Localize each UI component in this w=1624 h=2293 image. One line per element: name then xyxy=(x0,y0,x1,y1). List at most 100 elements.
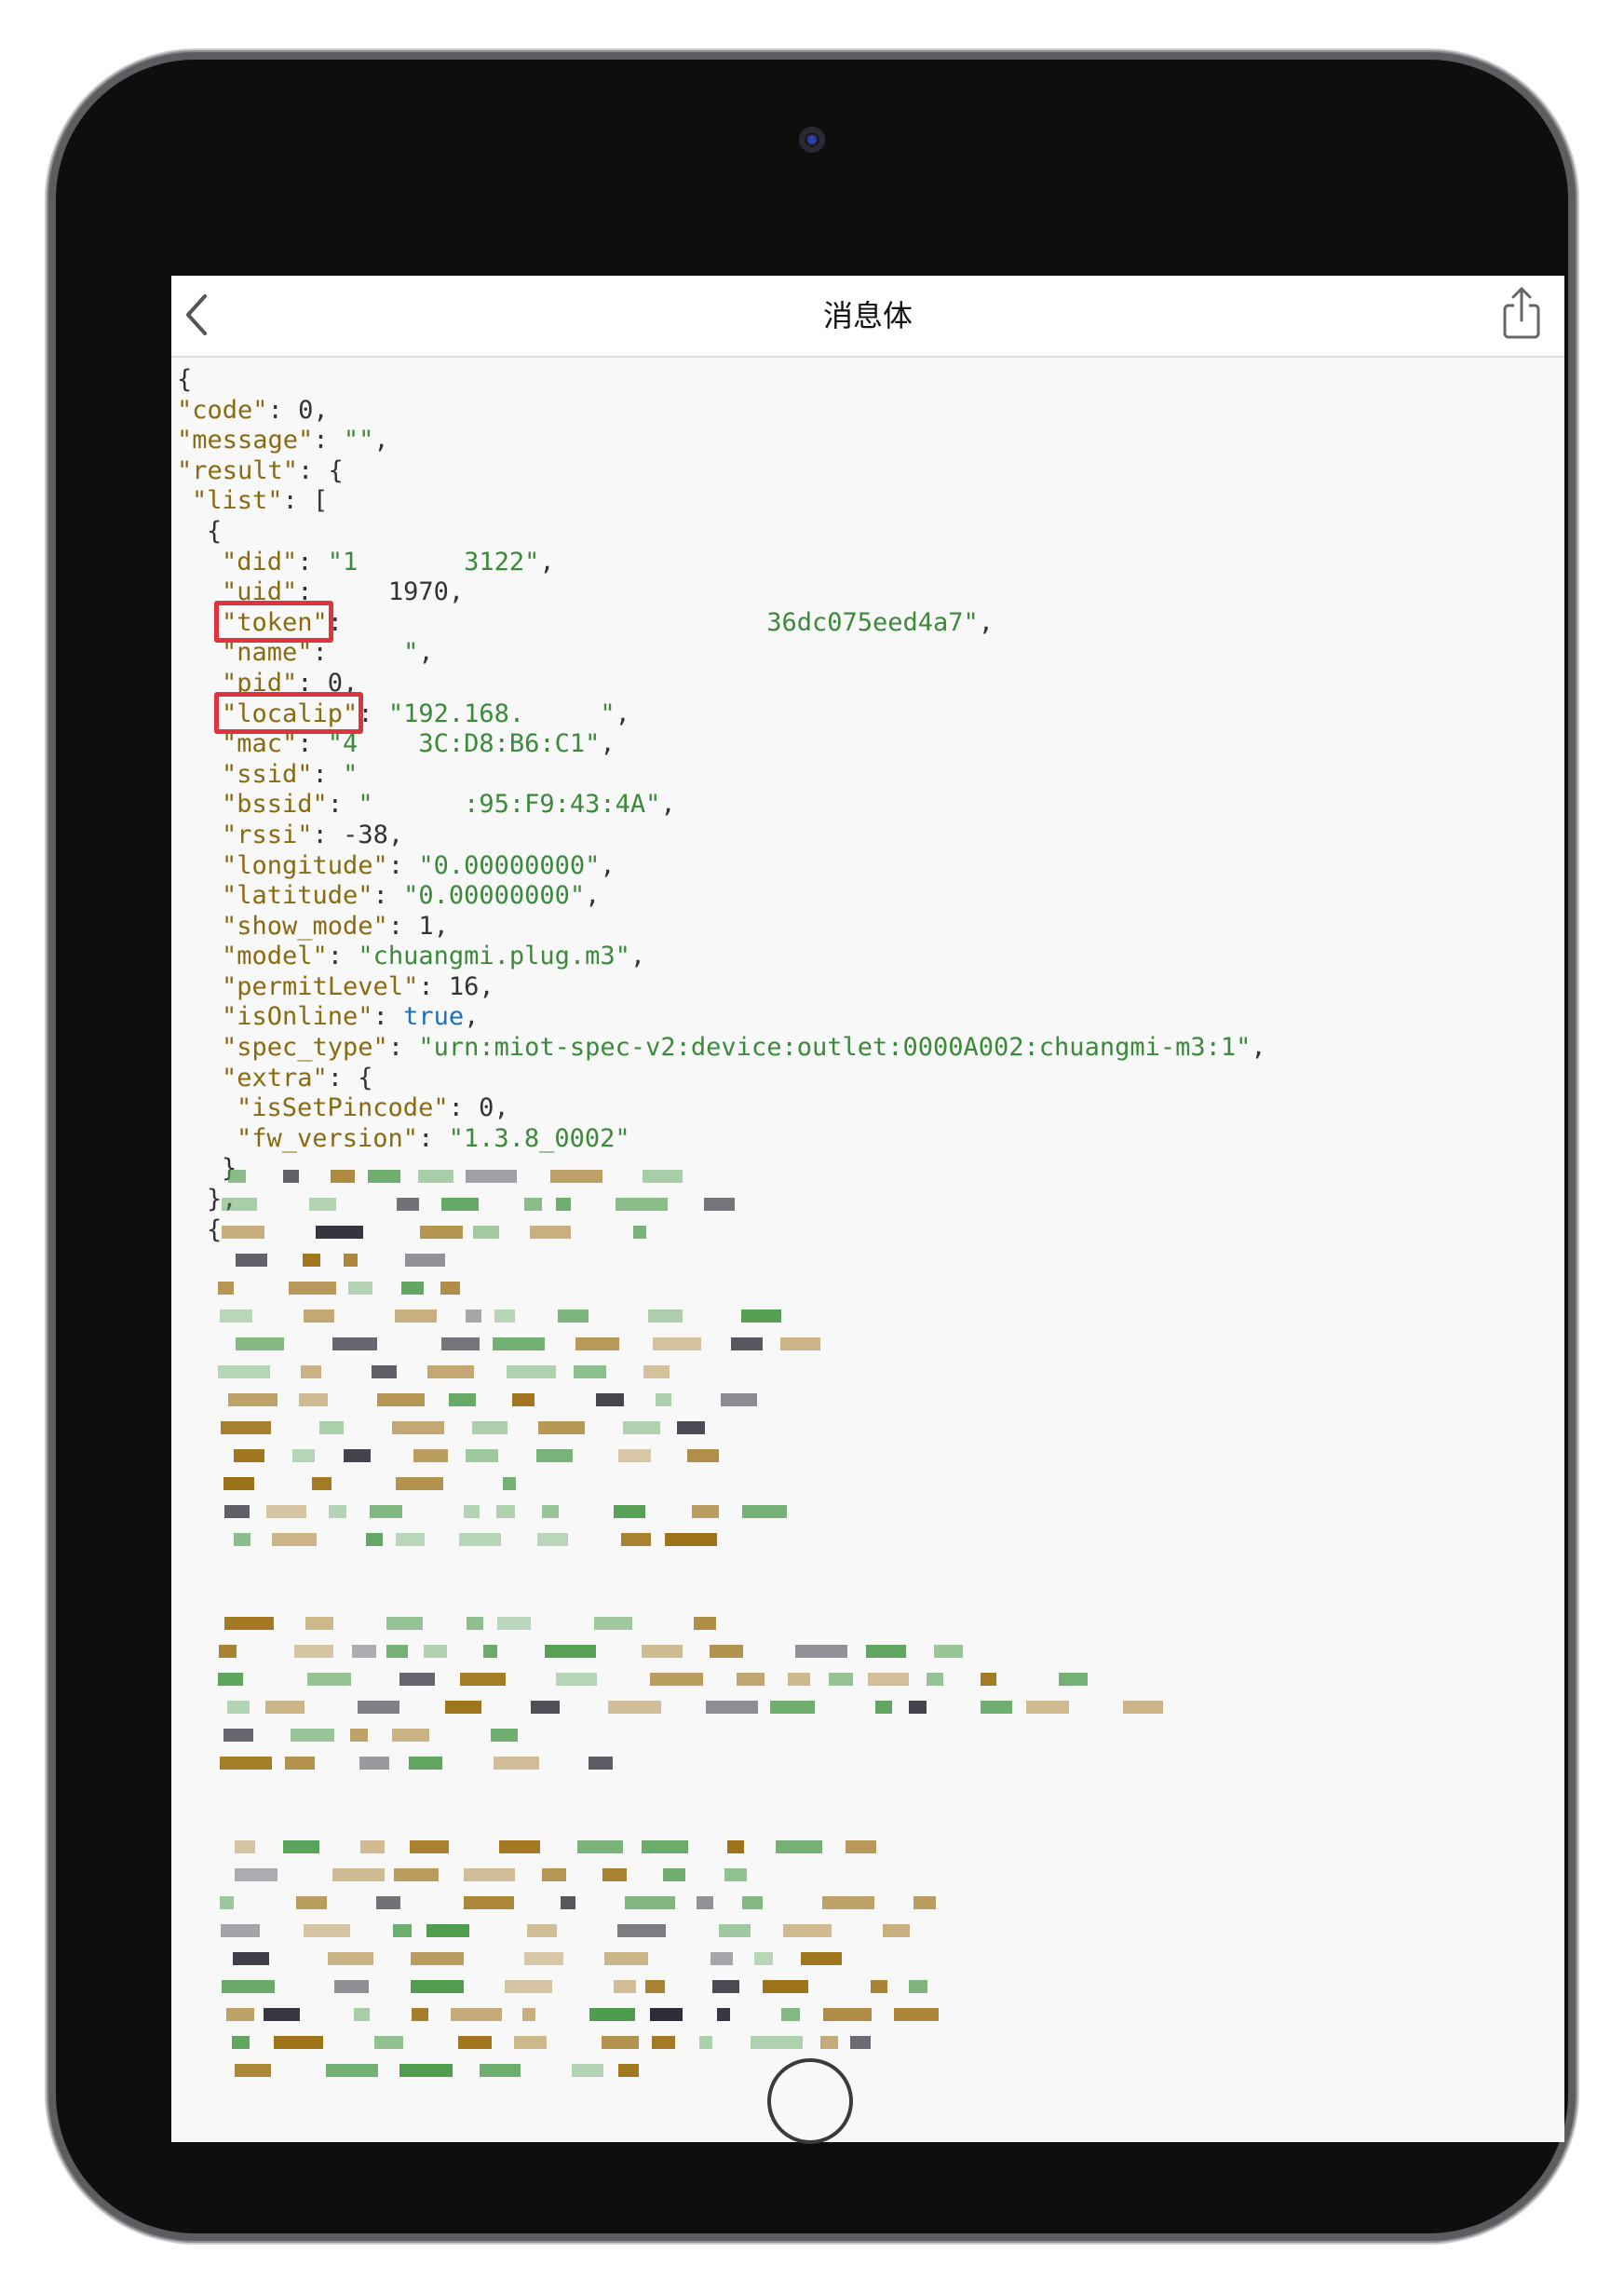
redaction-block xyxy=(545,1645,596,1658)
redaction-block xyxy=(717,2008,730,2021)
redaction-block xyxy=(618,1449,651,1462)
redaction-block xyxy=(981,1673,996,1686)
redaction-block xyxy=(441,1198,479,1211)
redaction-block xyxy=(820,2036,838,2049)
json-line: "result": { xyxy=(177,456,1266,487)
json-punctuation: , xyxy=(418,638,434,668)
redaction-block xyxy=(222,1198,257,1211)
redaction-block xyxy=(305,1617,333,1630)
redaction-block xyxy=(424,1645,447,1658)
redaction-block xyxy=(507,1365,556,1378)
redaction-block xyxy=(927,1673,943,1686)
json-value: -38 xyxy=(343,820,388,849)
redaction-block xyxy=(499,1840,540,1853)
redaction-block xyxy=(574,1365,606,1378)
redaction-block xyxy=(846,1840,876,1853)
redaction-block xyxy=(602,2036,639,2049)
json-line: "did": "1 3122", xyxy=(177,548,1266,578)
redaction-block xyxy=(770,1701,815,1714)
json-key: "did" xyxy=(222,547,298,577)
redaction-block xyxy=(616,1198,668,1211)
redaction-block xyxy=(614,1505,645,1518)
redaction-block xyxy=(663,1868,685,1881)
redaction-block xyxy=(392,1729,429,1742)
redaction-block xyxy=(542,1868,566,1881)
redaction-block xyxy=(652,2036,675,2049)
json-message-body: {"code": 0, "message": "", "result": {"lis… xyxy=(177,365,1266,1245)
json-key: "show_mode" xyxy=(222,911,388,941)
home-button[interactable] xyxy=(767,2058,853,2144)
json-punctuation: , xyxy=(660,790,676,820)
redaction-block xyxy=(464,1896,514,1909)
redaction-block xyxy=(265,1701,304,1714)
redaction-block xyxy=(505,1980,552,1993)
redaction-block xyxy=(412,2008,428,2021)
json-punctuation: { xyxy=(207,1214,223,1244)
redaction-block xyxy=(420,1226,463,1239)
redaction-block xyxy=(575,1337,619,1350)
redaction-block xyxy=(694,1617,716,1630)
json-punctuation: , xyxy=(1251,1033,1266,1063)
redaction-block xyxy=(445,1701,481,1714)
redaction-block xyxy=(868,1673,909,1686)
json-value: "0.00000000" xyxy=(418,850,601,880)
json-line: "rssi": -38, xyxy=(177,821,1266,851)
json-value: " xyxy=(343,638,419,668)
redaction-block xyxy=(234,1533,250,1546)
redaction-block xyxy=(656,1393,671,1406)
json-line: "token": 36dc075eed4a7", xyxy=(177,608,1266,639)
redaction-block xyxy=(724,1868,747,1881)
redaction-block xyxy=(556,1198,571,1211)
redaction-block xyxy=(366,1533,383,1546)
share-button[interactable] xyxy=(1497,285,1546,341)
redaction-block xyxy=(589,2008,635,2021)
redaction-block xyxy=(376,1896,400,1909)
redaction-block xyxy=(530,1226,571,1239)
redaction-block xyxy=(283,1170,299,1183)
redaction-block xyxy=(493,1337,545,1350)
json-punctuation: , xyxy=(448,577,465,607)
redaction-block xyxy=(829,1673,853,1686)
redaction-block xyxy=(427,1365,474,1378)
redaction-block xyxy=(783,1924,832,1937)
redaction-block xyxy=(224,1617,274,1630)
redaction-block xyxy=(617,1924,666,1937)
json-key: "extra" xyxy=(222,1063,328,1092)
redaction-block xyxy=(776,1840,822,1853)
json-line: "spec_type": "urn:miot-spec-v2:device:ou… xyxy=(177,1033,1266,1064)
redaction-block xyxy=(491,1729,518,1742)
redaction-block xyxy=(512,1393,535,1406)
redaction-block xyxy=(522,2008,535,2021)
redaction-block xyxy=(236,1337,284,1350)
redaction-block xyxy=(706,1701,758,1714)
redaction-block xyxy=(871,1980,887,1993)
redaction-block xyxy=(374,2036,403,2049)
redaction-block xyxy=(223,1477,254,1490)
json-value: true xyxy=(403,1002,465,1032)
redaction-block xyxy=(218,1673,243,1686)
redaction-block xyxy=(497,1617,531,1630)
json-line: { xyxy=(177,365,1266,396)
redaction-block xyxy=(332,1337,377,1350)
redaction-block xyxy=(653,1337,701,1350)
redaction-block xyxy=(742,1896,763,1909)
json-punctuation: : xyxy=(327,942,359,971)
highlight-box xyxy=(214,600,333,643)
redaction-block xyxy=(410,1840,449,1853)
redaction-block xyxy=(538,1421,585,1434)
redaction-block xyxy=(334,1980,369,1993)
redaction-block xyxy=(618,2064,639,2077)
redaction-block xyxy=(712,1980,739,1993)
redaction-block xyxy=(472,1421,508,1434)
json-punctuation: : xyxy=(387,1033,419,1063)
redaction-block xyxy=(642,1840,688,1853)
redaction-block xyxy=(299,1393,328,1406)
redaction-block xyxy=(220,1757,272,1770)
json-key: "bssid" xyxy=(222,790,328,820)
redaction-block xyxy=(625,1896,675,1909)
json-line: "code": 0, xyxy=(177,396,1266,427)
redaction-block xyxy=(234,1449,264,1462)
redaction-block xyxy=(224,1505,250,1518)
redaction-block xyxy=(577,1840,623,1853)
redaction-block xyxy=(710,1952,733,1965)
